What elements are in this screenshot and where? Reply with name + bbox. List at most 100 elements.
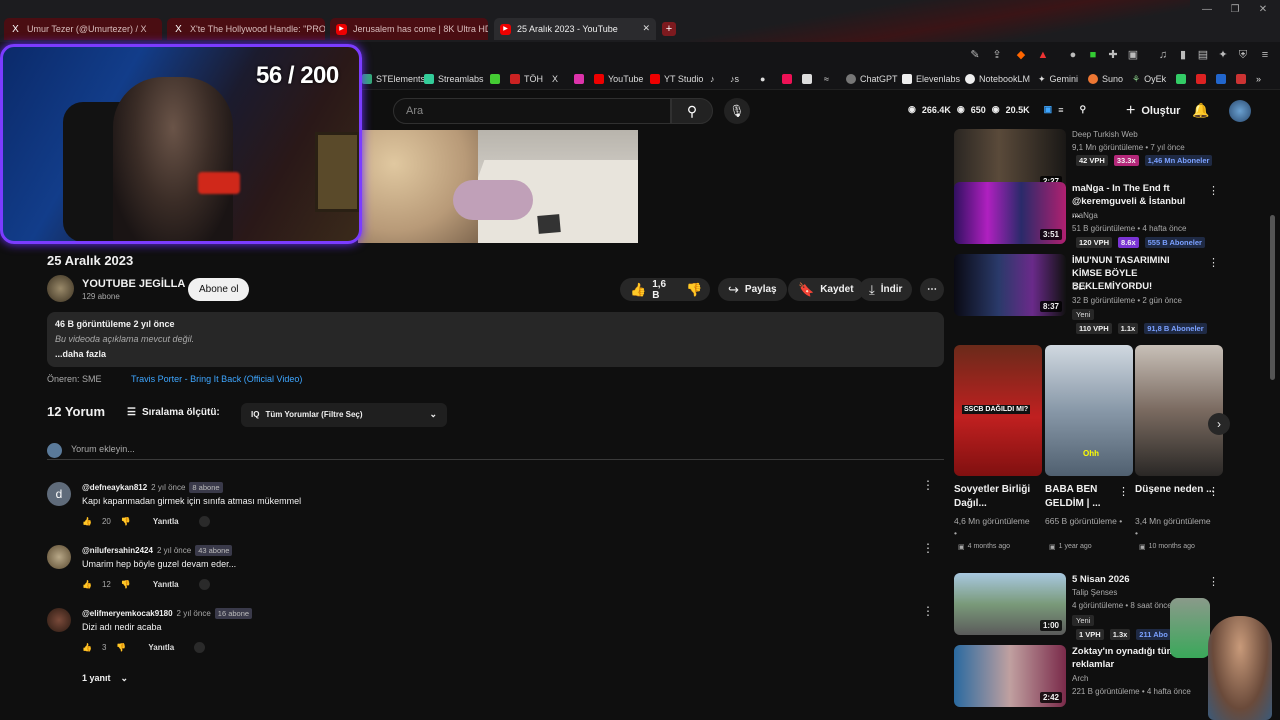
bookmark-chatgpt[interactable]: ChatGPT [846, 72, 898, 86]
like-icon[interactable]: 👍 [630, 282, 646, 298]
account-avatar[interactable] [1229, 100, 1251, 122]
new-tab-button[interactable]: + [662, 22, 676, 36]
ai-icon[interactable]: ✦ [1216, 48, 1230, 62]
bookmark-extra[interactable] [1216, 72, 1230, 86]
voice-search-button[interactable]: 🎙 [724, 98, 750, 124]
recommended-video-link[interactable]: Travis Porter - Bring It Back (Official … [131, 374, 302, 384]
rewards-icon[interactable]: ▲ [1036, 48, 1050, 62]
media-icon[interactable]: ♫ [1156, 48, 1170, 62]
tab-youtube-active[interactable]: ▶ 25 Aralık 2023 - YouTube ✕ [494, 18, 656, 40]
video-channel[interactable]: maNga [1072, 211, 1098, 220]
extension-icon[interactable]: ▣ [1126, 48, 1140, 62]
bookmark-x[interactable]: X [552, 72, 558, 86]
search-input[interactable]: Ara [393, 98, 671, 124]
save-button[interactable]: 🔖 Kaydet [788, 278, 864, 301]
commenter-name[interactable]: @elifmeryemkocak9180 [82, 609, 173, 618]
like-icon[interactable]: 👍 [82, 580, 92, 589]
add-comment-input[interactable]: Yorum ekleyin... [47, 443, 944, 460]
show-replies-button[interactable]: 1 yanıt ⌄ [82, 673, 128, 684]
puzzle-icon[interactable]: ✚ [1106, 48, 1120, 62]
extension-icon[interactable]: ■ [1086, 48, 1100, 62]
dislike-icon[interactable]: 👎 [116, 643, 126, 652]
video-title[interactable]: İMU'NUN TASARIMINI KİMSE BÖYLE BEKLEMİYO… [1072, 254, 1192, 293]
comment-menu-icon[interactable]: ⋮ [922, 604, 934, 618]
share-button[interactable]: ↪ Paylaş [718, 278, 787, 301]
bookmark-tool[interactable]: ≈ [824, 72, 829, 86]
bookmark-tiktok[interactable]: ♪ [710, 72, 715, 86]
extension-icon[interactable]: ● [1066, 48, 1080, 62]
edit-icon[interactable]: ✎ [968, 48, 982, 62]
bookmark-amazon[interactable] [802, 72, 816, 86]
comment-menu-icon[interactable]: ⋮ [922, 541, 934, 555]
short-thumbnail[interactable]: Ohh [1045, 345, 1133, 476]
bookmark-tiktok-s[interactable]: ♪s [730, 72, 739, 86]
video-thumbnail[interactable]: 1:00 [954, 573, 1066, 635]
like-icon[interactable]: 👍 [82, 517, 92, 526]
like-count[interactable]: 1,6 B [652, 279, 666, 301]
recommended-video[interactable]: 3:51 maNga - In The End ft @keremguveli … [954, 182, 1224, 248]
video-channel[interactable]: Talip Şenses [1072, 588, 1117, 597]
bookmark-extra[interactable] [1176, 72, 1190, 86]
video-channel[interactable]: GLY [1072, 283, 1087, 292]
comment-filter-dropdown[interactable]: IQ Tüm Yorumlar (Filtre Seç) ⌄ [241, 403, 447, 427]
close-window-button[interactable]: ✕ [1244, 0, 1280, 20]
page-scrollbar[interactable] [1270, 215, 1275, 380]
short-thumbnail[interactable] [1135, 345, 1223, 476]
bookmark-extra[interactable] [1236, 72, 1250, 86]
dislike-icon[interactable]: 👎 [121, 517, 131, 526]
commenter-avatar[interactable] [47, 545, 71, 569]
subscribe-button[interactable]: Abone ol [188, 278, 250, 301]
video-channel[interactable]: Deep Turkish Web [1072, 130, 1138, 139]
dislike-icon[interactable]: 👎 [121, 580, 131, 589]
wallet-icon[interactable]: ▤ [1196, 48, 1210, 62]
short-title[interactable]: Düşene neden ... [1135, 483, 1215, 497]
download-button[interactable]: ⤓ İndir [859, 278, 913, 301]
tab-jerusalem[interactable]: ▶ Jerusalem has come | 8K Ultra HD Ci [330, 18, 488, 40]
video-menu-icon[interactable]: ⋮ [1208, 256, 1219, 269]
video-title[interactable]: 5 Nisan 2026 [1072, 573, 1192, 586]
video-thumbnail[interactable]: 3:51 [954, 182, 1066, 244]
short-title[interactable]: Sovyetler Birliği Dağıl... [954, 483, 1034, 511]
list-icon[interactable]: ≡ [1058, 105, 1063, 115]
notifications-icon[interactable]: 🔔 [1192, 102, 1209, 119]
short-thumbnail[interactable]: SSCB DAĞILDI MI? [954, 345, 1042, 476]
description-box[interactable]: 46 B görüntüleme 2 yıl önce Bu videoda a… [47, 312, 944, 367]
comment-menu-icon[interactable]: ⋮ [922, 478, 934, 492]
reply-button[interactable]: Yanıtla [153, 580, 179, 589]
more-actions-button[interactable]: ⋯ [920, 278, 944, 301]
reply-button[interactable]: Yanıtla [153, 517, 179, 526]
menu-icon[interactable]: ≡ [1258, 48, 1272, 62]
create-button[interactable]: + Oluştur [1118, 99, 1188, 123]
tab-hollywood-handle[interactable]: X X'te The Hollywood Handle: "PROJE [167, 18, 325, 40]
bookmark-notebooklm[interactable]: NotebookLM [965, 72, 1030, 86]
video-thumbnail[interactable]: 8:37 [954, 254, 1066, 316]
dislike-icon[interactable]: 👎 [686, 282, 702, 298]
commenter-avatar[interactable] [47, 608, 71, 632]
video-player[interactable] [358, 130, 638, 243]
commenter-name[interactable]: @nilufersahin2424 [82, 546, 153, 555]
commenter-avatar[interactable]: d [47, 482, 71, 506]
bookmark-elevenlabs[interactable]: Elevenlabs [902, 72, 960, 86]
channel-name[interactable]: YOUTUBE JEGİLLA [82, 278, 185, 290]
bookmark-suno[interactable]: Suno [1088, 72, 1123, 86]
sort-button[interactable]: ☰ Sıralama ölçütü: [127, 407, 220, 418]
close-tab-icon[interactable]: ✕ [642, 23, 650, 34]
vpn-icon[interactable]: ⛨ [1236, 48, 1250, 62]
bookmark-youtube[interactable]: YouTube [594, 72, 643, 86]
bookmark-slack[interactable] [782, 72, 796, 86]
video-menu-icon[interactable]: ⋮ [1208, 575, 1219, 588]
video-menu-icon[interactable]: ⋮ [1208, 184, 1219, 197]
short-menu-icon[interactable]: ⋮ [1208, 485, 1219, 498]
video-channel[interactable]: Arch [1072, 674, 1088, 683]
show-more-link[interactable]: ...daha fazla [55, 349, 936, 359]
search-button[interactable]: ⚲ [671, 98, 713, 124]
bookmark-gemini[interactable]: ✦ Gemini [1038, 72, 1078, 86]
reply-button[interactable]: Yanıtla [148, 643, 174, 652]
like-icon[interactable]: 👍 [82, 643, 92, 652]
tab-umur-tezer[interactable]: X Umur Tezer (@Umurtezer) / X [4, 18, 162, 40]
short-title[interactable]: BABA BEN GELDİM | ... [1045, 483, 1125, 511]
bookmark-streamlabs[interactable]: Streamlabs [424, 72, 484, 86]
bookmark-stelements[interactable]: STElements [362, 72, 425, 86]
bookmark-toh[interactable]: TÖH [510, 72, 543, 86]
bookmark-extra[interactable] [1196, 72, 1210, 86]
